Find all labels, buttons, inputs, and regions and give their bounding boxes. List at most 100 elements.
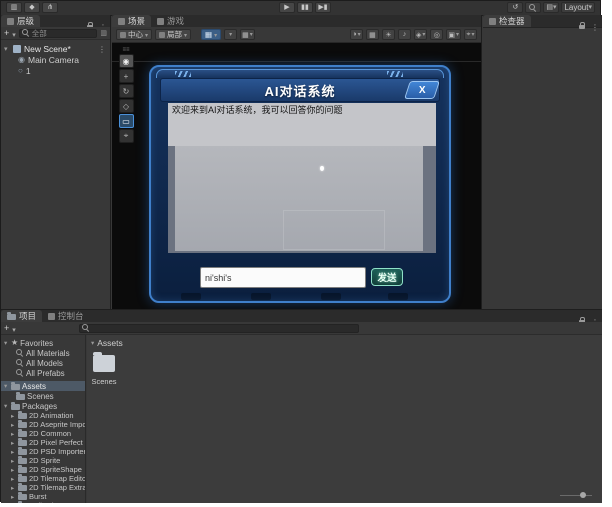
send-button[interactable]: 发送 — [371, 268, 403, 286]
tree-row-main-camera[interactable]: ◉ Main Camera — [1, 54, 110, 65]
cloud-services-icon[interactable]: ◆ — [24, 2, 40, 13]
chevron-down-icon — [184, 30, 187, 39]
hierarchy-toolbar: + 全部 ▥ — [1, 27, 110, 40]
move-tool-button[interactable]: + — [119, 69, 134, 83]
tab-inspector[interactable]: 检查器 — [483, 15, 531, 27]
slider-thumb[interactable] — [580, 492, 586, 498]
scene-lighting-button[interactable]: ☀ — [382, 29, 395, 40]
project-panel: 项目 控制台 + ▣ ◈ ★ 0 ▫ ⊡ ▾★Favori — [1, 309, 602, 503]
tree-row-package[interactable]: ▸Collections — [1, 501, 85, 503]
filter-icon[interactable]: ▥ — [100, 29, 107, 37]
foldout-icon[interactable]: ▾ — [4, 45, 10, 53]
undo-history-button[interactable]: ↺ — [507, 2, 523, 13]
slider-track — [560, 495, 592, 496]
foldout-icon[interactable]: ▸ — [11, 430, 16, 438]
foldout-icon[interactable]: ▾ — [4, 339, 9, 347]
tree-row-package[interactable]: ▸2D PSD Importer — [1, 447, 85, 456]
version-control-icon[interactable]: ⋔ — [42, 2, 58, 13]
foldout-icon[interactable]: ▸ — [11, 466, 16, 474]
thumbnail-zoom-slider[interactable] — [560, 492, 592, 498]
tree-row-package[interactable]: ▸2D Common — [1, 429, 85, 438]
search-button[interactable] — [525, 2, 541, 13]
tree-row-package[interactable]: ▸Burst — [1, 492, 85, 501]
layers-dropdown[interactable]: ▤ — [543, 2, 559, 13]
foldout-icon[interactable]: ▸ — [11, 502, 16, 504]
effects-dropdown[interactable]: ◈ — [414, 29, 427, 40]
foldout-icon[interactable]: ▸ — [11, 475, 16, 483]
view-options-dropdown[interactable]: ◑ — [350, 29, 363, 40]
view-tool-button[interactable]: ◉ — [119, 54, 134, 68]
grid-visibility-button[interactable]: ▦ — [366, 29, 379, 40]
tree-row-package[interactable]: ▸2D Tilemap Editor — [1, 474, 85, 483]
scene-viewport[interactable]: ≡≡ ◉ + ↻ ◇ ▭ ⌖ AI对话系统 X 欢迎来到AI对话系统，我可以回答… — [112, 43, 481, 309]
lock-icon[interactable] — [579, 22, 586, 30]
camera-settings-icon: ▣ — [448, 31, 455, 39]
scale-tool-button[interactable]: ◇ — [119, 99, 134, 113]
tab-project[interactable]: 项目 — [1, 310, 42, 322]
kebab-menu-icon[interactable] — [591, 17, 599, 35]
tree-row-assets[interactable]: ▾Assets — [1, 381, 85, 391]
pause-button[interactable]: ▮▮ — [297, 2, 313, 13]
tree-row-object-1[interactable]: ○ 1 — [1, 65, 110, 76]
play-button[interactable]: ▶ — [279, 2, 295, 13]
tree-row-package[interactable]: ▸2D Tilemap Extras — [1, 483, 85, 492]
foldout-icon[interactable]: ▾ — [4, 402, 9, 410]
chevron-down-icon — [422, 31, 425, 38]
gizmos-dropdown[interactable]: ⌖ — [464, 29, 477, 40]
tree-row-all-prefabs[interactable]: All Prefabs — [1, 368, 85, 378]
grid-tools-icon[interactable]: ▥ — [6, 2, 22, 13]
hierarchy-tab-label: 层级 — [17, 15, 34, 27]
snap-increment-dropdown[interactable] — [224, 29, 237, 40]
tree-row-package[interactable]: ▸2D Sprite — [1, 456, 85, 465]
dialog-close-button[interactable]: X — [404, 81, 440, 99]
foldout-icon[interactable]: ▸ — [11, 412, 16, 420]
toolbar-right-group: ↺ ▤ Layout — [507, 2, 595, 13]
foldout-icon[interactable]: ▾ — [4, 382, 9, 390]
foldout-icon[interactable]: ▸ — [11, 484, 16, 492]
pivot-dropdown[interactable]: 中心 — [116, 29, 152, 40]
folder-icon — [11, 384, 20, 390]
project-content-area[interactable]: ▾Assets Scenes — [87, 335, 602, 503]
foldout-icon[interactable]: ▸ — [11, 448, 16, 456]
tree-row-all-materials[interactable]: All Materials — [1, 348, 85, 358]
tab-game[interactable]: 游戏 — [151, 15, 190, 27]
camera-settings-dropdown[interactable]: ▣ — [446, 29, 461, 40]
orientation-dropdown[interactable]: 局部 — [155, 29, 191, 40]
tool-settings-dropdown[interactable]: ▦ — [240, 29, 255, 40]
tab-scene[interactable]: 场景 — [112, 15, 151, 27]
add-object-button[interactable]: + — [4, 29, 9, 38]
step-button[interactable]: ▶▮ — [315, 2, 331, 13]
scene-options-icon[interactable] — [98, 44, 106, 54]
tree-row-packages[interactable]: ▾Packages — [1, 401, 85, 411]
folder-icon — [18, 449, 27, 455]
layout-dropdown[interactable]: Layout — [561, 2, 595, 13]
grid-tools-glyph: ▥ — [11, 4, 18, 11]
asset-tile-scenes[interactable]: Scenes — [87, 335, 121, 395]
scene-visibility-button[interactable]: ◎ — [430, 29, 443, 40]
scene-audio-button[interactable]: ♪ — [398, 29, 411, 40]
hierarchy-search-input[interactable]: 全部 — [19, 29, 98, 38]
foldout-icon[interactable]: ▸ — [11, 421, 16, 429]
foldout-icon[interactable]: ▸ — [11, 439, 16, 447]
tree-row-package[interactable]: ▸2D Animation — [1, 411, 85, 420]
add-asset-button[interactable]: + — [4, 324, 9, 333]
grid-snap-toggle[interactable]: ▦ — [201, 29, 221, 40]
foldout-icon[interactable]: ▸ — [11, 457, 16, 465]
project-search-input[interactable] — [79, 324, 359, 333]
tree-row-package[interactable]: ▸2D Pixel Perfect — [1, 438, 85, 447]
tree-row-all-models[interactable]: All Models — [1, 358, 85, 368]
tree-row-scene[interactable]: ▾ New Scene* — [1, 43, 110, 54]
rect-tool-button[interactable]: ▭ — [119, 114, 134, 128]
tab-console[interactable]: 控制台 — [42, 310, 90, 322]
tree-row-package[interactable]: ▸2D Aseprite Importer — [1, 420, 85, 429]
add-dropdown-icon[interactable] — [12, 24, 16, 42]
transform-tool-button[interactable]: ⌖ — [119, 129, 134, 143]
tree-row-package[interactable]: ▸2D SpriteShape — [1, 465, 85, 474]
overlay-drag-handle[interactable]: ≡≡ — [122, 47, 129, 53]
tree-row-scenes[interactable]: Scenes — [1, 391, 85, 401]
rotate-tool-button[interactable]: ↻ — [119, 84, 134, 98]
foldout-icon[interactable]: ▸ — [11, 493, 16, 501]
tab-hierarchy[interactable]: 层级 — [1, 15, 40, 27]
chat-input[interactable] — [200, 267, 366, 288]
tree-row-favorites[interactable]: ▾★Favorites — [1, 338, 85, 348]
